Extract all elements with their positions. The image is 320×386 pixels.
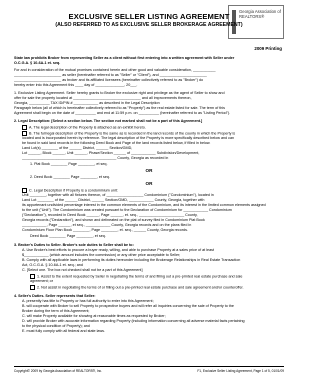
seller-duty-a: A. presently has title to Property or ha… bbox=[22, 299, 154, 303]
plat-book-line[interactable]: 1. Plat Book ________ Page ________, et … bbox=[30, 162, 282, 167]
seller-duty-b-line-2: Broker during the term of this Agreement… bbox=[22, 309, 90, 313]
condo-line-4: its appurtenant undivided percentage int… bbox=[22, 203, 266, 207]
intro-line-4[interactable]: _______________________ as seller (herei… bbox=[14, 73, 282, 78]
legal-option-a-label: A. The legal description of the Property… bbox=[29, 125, 146, 130]
legal-option-b-label: B. The full legal description of the Pro… bbox=[29, 131, 236, 136]
section2-heading: 2. Legal Description: [Select a section … bbox=[14, 119, 203, 123]
or-divider-2: OR bbox=[145, 181, 153, 186]
footer: Copyright© 2009 by Georgia Association o… bbox=[14, 369, 284, 373]
duty-c-option-1-label: 1. Assist to the extent requested by Sel… bbox=[37, 274, 243, 279]
condo-line-2[interactable]: Unit ________, together with all fixture… bbox=[22, 193, 282, 198]
checkbox-a[interactable] bbox=[22, 125, 27, 130]
printing-year: 2009 Printing bbox=[254, 46, 282, 51]
legal-b-line-3: be found in said land records in the fol… bbox=[22, 141, 211, 145]
intro-law-line-1: State law prohibits Broker from represen… bbox=[14, 56, 235, 60]
document-title: EXCLUSIVE SELLER LISTING AGREEMENT bbox=[68, 12, 230, 21]
seller-duty-d-line-2: to the physical condition of Property); … bbox=[22, 324, 90, 328]
legal-b-line-6[interactable]: ________________________________________… bbox=[22, 156, 282, 161]
duty-a-line-1: A. Use Broker's best efforts to procure … bbox=[22, 248, 215, 252]
intro-law-line-2: O.C.G.A. § 10-6A-1 et. seq. bbox=[14, 61, 61, 65]
duty-b-line-1: B. Comply with all applicable laws in pe… bbox=[22, 258, 241, 262]
checkbox-c2[interactable] bbox=[30, 285, 35, 290]
section1-line-2[interactable]: offer for sale the property located at _… bbox=[14, 96, 282, 101]
section4-heading: 4. Seller's Duties. Seller represents th… bbox=[14, 294, 96, 298]
document-subtitle: (ALSO REFERRED TO AS EXCLUSIVE SELLER BR… bbox=[55, 22, 243, 28]
legal-option-a[interactable]: A. The legal description of the Property… bbox=[22, 125, 282, 130]
section1-line-1: 1. Exclusive Listing Agreement. Seller h… bbox=[14, 91, 225, 95]
or-divider-1: OR bbox=[145, 168, 153, 173]
footer-rule bbox=[14, 366, 284, 367]
legal-b-line-2: located and is incorporated herein by re… bbox=[22, 136, 235, 140]
duty-a-line-2[interactable]: $____________ (which amount includes the… bbox=[22, 253, 282, 258]
form-page-label: F1, Exclusive Seller Listing Agreement, … bbox=[197, 369, 284, 373]
condo-line-8[interactable]: ____________, Page ______, et seq., ____… bbox=[22, 223, 282, 228]
seller-duty-c: C. will make Property available for show… bbox=[22, 314, 166, 318]
condo-deed-line[interactable]: Deed Book ________ Page ________, et seq… bbox=[30, 234, 282, 239]
deed-book-line[interactable]: 2. Deed Book ________ Page ________, et … bbox=[30, 175, 282, 180]
seller-duty-b-line-1: B. will cooperate with Broker to sell Pr… bbox=[22, 304, 234, 308]
intro-line-3[interactable]: For and in consideration of the mutual p… bbox=[14, 68, 282, 73]
duty-b-line-2: Act, O.C.G.A. § 10-6A-1 et. seq.; and bbox=[22, 263, 83, 267]
intro-line-5[interactable]: _______________________ as broker and it… bbox=[14, 78, 282, 83]
copyright-text: Copyright© 2009 by Georgia Association o… bbox=[14, 369, 103, 373]
duty-c-line: C. [Select one. The box not checked shal… bbox=[22, 268, 143, 272]
condo-line-3[interactable]: Land Lot ________ of the ______ District… bbox=[22, 198, 282, 203]
duty-c-option-2-label: 2. Not assist in negotiating the terms o… bbox=[37, 285, 244, 290]
condo-line-9[interactable]: Condominium Floor Plan Book ________, Pa… bbox=[22, 228, 282, 233]
duty-c-option-1-line-2: agreement; or bbox=[30, 279, 53, 283]
condo-line-5[interactable]: to the unit ("Unit"). The Condominium wa… bbox=[22, 208, 282, 213]
intro-line-6[interactable]: hereby enter into this Agreement this __… bbox=[14, 83, 282, 88]
legal-b-line-5[interactable]: Lot ______, Block ______, Unit ______, P… bbox=[22, 151, 282, 156]
section1-line-4: Paragraph below (all of which is hereina… bbox=[14, 106, 225, 110]
condo-line-6[interactable]: ("Declaration"), recorded in Deed Book _… bbox=[22, 213, 282, 218]
document-page: Georgia Association of REALTORS® EXCLUSI… bbox=[0, 0, 298, 386]
section3-heading: 3. Broker's Duties to Seller. Broker's s… bbox=[14, 243, 134, 247]
section1-line-5[interactable]: Agreement shall begin on the date of ___… bbox=[14, 111, 282, 116]
seller-duty-d-line-1: D. will provide Broker with accurate inf… bbox=[22, 319, 245, 323]
seller-duty-e: E. must fully comply with all federal an… bbox=[22, 329, 106, 333]
condo-line-7: Georgia records ("Declaration"), and sho… bbox=[22, 218, 205, 222]
duty-c-option-2[interactable]: 2. Not assist in negotiating the terms o… bbox=[30, 285, 282, 290]
legal-b-line-4[interactable]: Land Lot(s) ________ of the ______ Distr… bbox=[22, 146, 282, 151]
legal-option-c-label: C. Legal Description if Property is a co… bbox=[29, 188, 118, 193]
section1-line-3[interactable]: Georgia, __________ TAX ID/PIN # _______… bbox=[14, 101, 282, 106]
